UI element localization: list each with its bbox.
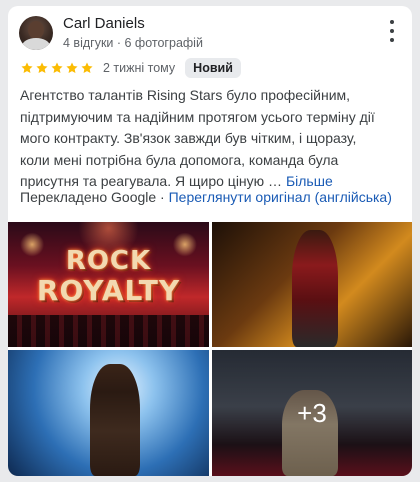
review-photo-1[interactable]: ROCK ROYALTY: [8, 222, 209, 347]
author-meta: 4 відгуки · 6 фотографій: [63, 36, 203, 50]
author-avatar[interactable]: [19, 16, 53, 50]
review-text-line: мого контракту. Зв'язок завжди був чітки…: [20, 130, 357, 146]
star-icon: [21, 62, 33, 74]
review-text: Агентство талантів Rising Stars було про…: [20, 85, 404, 193]
review-text-line: Агентство талантів Rising Stars було про…: [20, 87, 351, 103]
review-text-line: підтримуючим та надійним протягом усього…: [20, 108, 375, 125]
review-photo-3[interactable]: [8, 350, 209, 476]
translated-label: Перекладено Google ·: [20, 189, 165, 205]
star-icon: [36, 62, 48, 74]
star-icon: [66, 62, 78, 74]
star-rating: [20, 61, 94, 75]
review-time: 2 тижні тому: [103, 61, 176, 75]
performer-figure: [292, 230, 338, 347]
star-icon: [81, 62, 93, 74]
photo-poster-text: ROCK: [65, 246, 152, 276]
new-badge: Новий: [185, 58, 241, 78]
more-link[interactable]: Більше: [286, 173, 333, 189]
dot: [390, 38, 394, 42]
more-photos-count[interactable]: +3: [212, 350, 412, 476]
view-original-link[interactable]: Переглянути оригінал (англійська): [169, 189, 392, 205]
performer-figure: [90, 364, 140, 476]
more-options-icon[interactable]: [386, 20, 398, 42]
crowd-silhouette: [8, 315, 209, 347]
review-text-line: присутня та реагувала. Я щиро ціную …: [20, 173, 283, 189]
review-photo-2[interactable]: [212, 222, 412, 347]
review-photo-4[interactable]: +3: [212, 350, 412, 476]
star-icon: [51, 62, 63, 74]
dot: [390, 29, 394, 33]
author-name[interactable]: Carl Daniels: [63, 15, 145, 32]
translation-row: Перекладено Google · Переглянути оригіна…: [20, 189, 392, 205]
rating-row: 2 тижні тому Новий: [20, 58, 241, 78]
review-card: Carl Daniels 4 відгуки · 6 фотографій 2 …: [8, 6, 412, 476]
dot: [390, 20, 394, 24]
review-text-line: коли мені потрібна була допомога, команд…: [20, 151, 339, 168]
photo-poster-text: ROYALTY: [36, 274, 181, 307]
photo-grid: ROCK ROYALTY +3: [8, 222, 412, 476]
